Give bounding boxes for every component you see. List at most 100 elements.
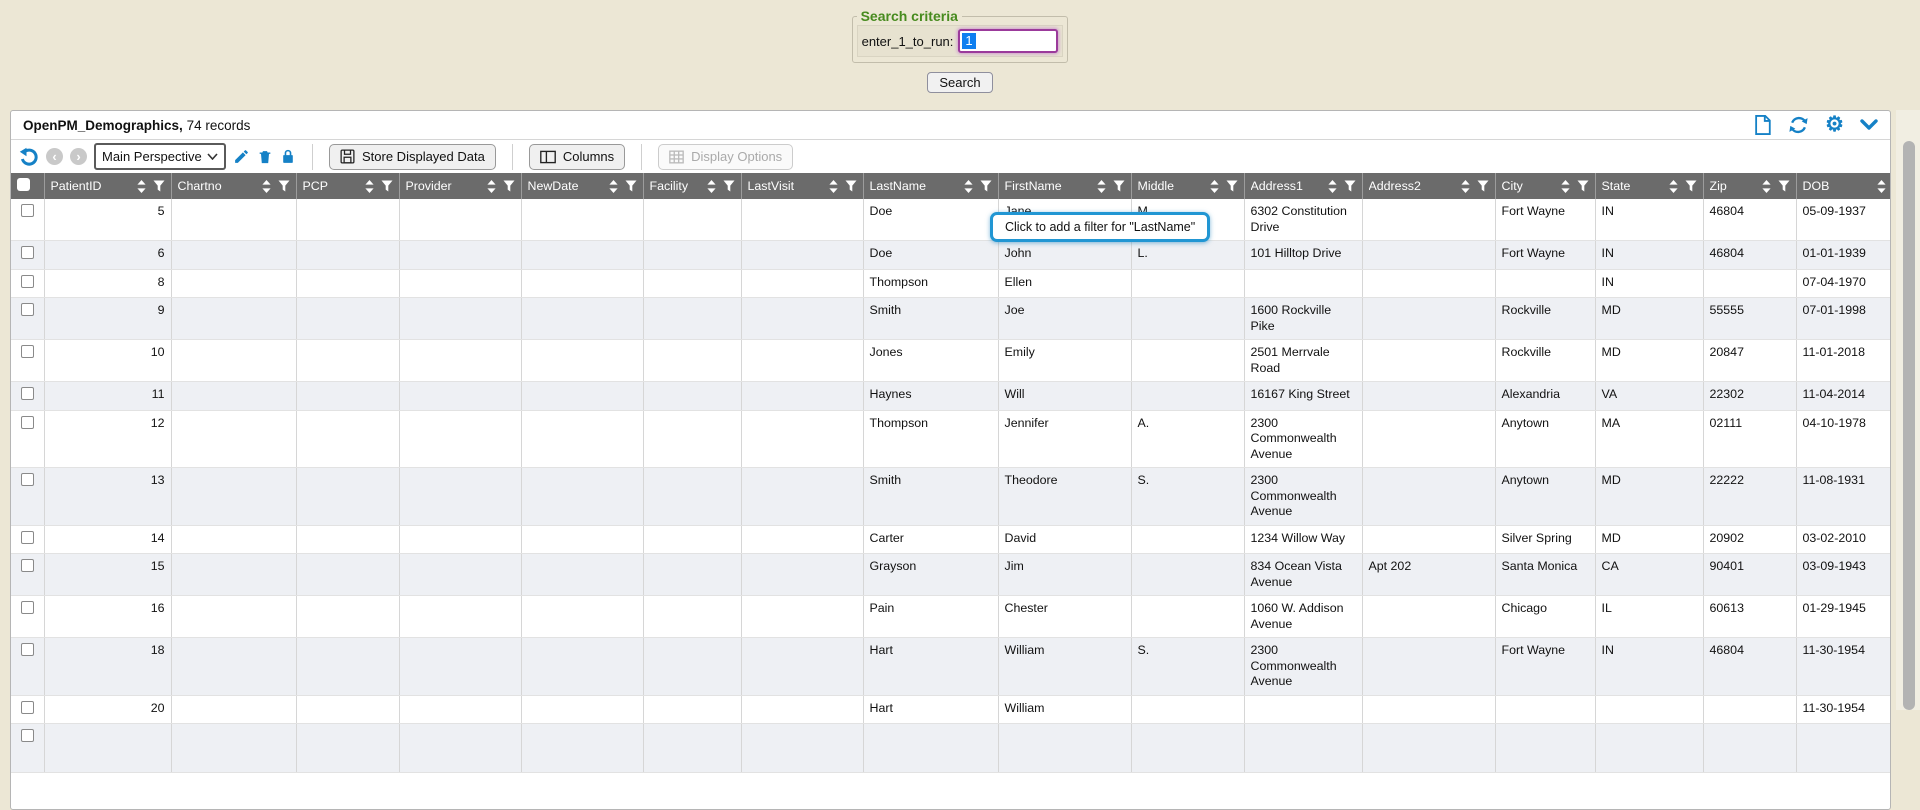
select-all-header[interactable] xyxy=(11,173,44,199)
undo-icon[interactable] xyxy=(19,147,39,167)
filter-icon[interactable] xyxy=(1113,180,1125,192)
cell-dob: 01-01-1939 xyxy=(1796,241,1890,270)
column-header-newdate[interactable]: NewDate xyxy=(521,173,643,199)
column-header-provider[interactable]: Provider xyxy=(399,173,521,199)
filter-icon[interactable] xyxy=(1477,180,1489,192)
row-checkbox[interactable] xyxy=(21,729,34,742)
cell-zip: 46804 xyxy=(1703,199,1796,241)
row-checkbox[interactable] xyxy=(21,416,34,429)
data-grid: PatientIDChartnoPCPProviderNewDateFacili… xyxy=(11,173,1890,773)
edit-icon[interactable] xyxy=(233,148,250,165)
sort-icon[interactable] xyxy=(1877,180,1886,193)
column-header-zip[interactable]: Zip xyxy=(1703,173,1796,199)
filter-icon[interactable] xyxy=(381,180,393,192)
filter-icon[interactable] xyxy=(278,180,290,192)
row-checkbox[interactable] xyxy=(21,275,34,288)
cell-state: MD xyxy=(1595,340,1703,382)
column-header-city[interactable]: City xyxy=(1495,173,1595,199)
column-label: State xyxy=(1602,179,1665,193)
column-header-state[interactable]: State xyxy=(1595,173,1703,199)
select-all-checkbox[interactable] xyxy=(17,178,30,191)
row-checkbox[interactable] xyxy=(21,701,34,714)
filter-icon[interactable] xyxy=(1577,180,1589,192)
column-header-firstname[interactable]: FirstName xyxy=(998,173,1131,199)
sort-icon[interactable] xyxy=(707,180,716,193)
filter-icon[interactable] xyxy=(1226,180,1238,192)
sort-icon[interactable] xyxy=(1328,180,1337,193)
cell-firstname: John xyxy=(998,241,1131,270)
gear-icon[interactable]: ⚙ xyxy=(1825,115,1844,135)
row-checkbox[interactable] xyxy=(21,345,34,358)
sort-icon[interactable] xyxy=(1210,180,1219,193)
cell-provider xyxy=(399,638,521,696)
cell-lastvisit xyxy=(741,199,863,241)
store-displayed-data-button[interactable]: Store Displayed Data xyxy=(329,144,496,170)
sort-icon[interactable] xyxy=(964,180,973,193)
column-header-lastvisit[interactable]: LastVisit xyxy=(741,173,863,199)
row-select-cell xyxy=(11,525,44,554)
column-header-chartno[interactable]: Chartno xyxy=(171,173,296,199)
row-checkbox[interactable] xyxy=(21,387,34,400)
delete-icon[interactable] xyxy=(257,148,273,165)
row-checkbox[interactable] xyxy=(21,473,34,486)
column-header-address1[interactable]: Address1 xyxy=(1244,173,1362,199)
column-header-facility[interactable]: Facility xyxy=(643,173,741,199)
prev-icon[interactable]: ‹ xyxy=(46,148,63,165)
cell-dob: 11-08-1931 xyxy=(1796,468,1890,526)
row-checkbox[interactable] xyxy=(21,246,34,259)
columns-button[interactable]: Columns xyxy=(529,144,625,170)
sort-icon[interactable] xyxy=(137,180,146,193)
filter-icon[interactable] xyxy=(723,180,735,192)
scrollbar-thumb[interactable] xyxy=(1903,141,1915,710)
cell-lastname: Doe xyxy=(863,241,998,270)
filter-icon[interactable] xyxy=(1685,180,1697,192)
row-select-cell xyxy=(11,241,44,270)
cell-city: Fort Wayne xyxy=(1495,199,1595,241)
row-checkbox[interactable] xyxy=(21,559,34,572)
sort-icon[interactable] xyxy=(1461,180,1470,193)
cell-firstname: Chester xyxy=(998,596,1131,638)
filter-icon[interactable] xyxy=(1778,180,1790,192)
sort-icon[interactable] xyxy=(1669,180,1678,193)
perspective-select[interactable]: Main Perspective xyxy=(94,143,226,170)
search-button[interactable]: Search xyxy=(927,72,992,93)
row-checkbox[interactable] xyxy=(21,204,34,217)
column-header-address2[interactable]: Address2 xyxy=(1362,173,1495,199)
filter-icon[interactable] xyxy=(980,180,992,192)
filter-icon[interactable] xyxy=(1344,180,1356,192)
column-header-middle[interactable]: Middle xyxy=(1131,173,1244,199)
row-checkbox[interactable] xyxy=(21,643,34,656)
filter-icon[interactable] xyxy=(625,180,637,192)
next-icon[interactable]: › xyxy=(70,148,87,165)
sort-icon[interactable] xyxy=(1762,180,1771,193)
sort-icon[interactable] xyxy=(609,180,618,193)
sort-icon[interactable] xyxy=(1097,180,1106,193)
lock-icon[interactable] xyxy=(280,148,296,165)
chevron-down-icon[interactable] xyxy=(1860,119,1878,131)
column-header-pcp[interactable]: PCP xyxy=(296,173,399,199)
sort-icon[interactable] xyxy=(262,180,271,193)
sort-icon[interactable] xyxy=(829,180,838,193)
criteria-input[interactable]: 1 xyxy=(958,29,1058,53)
cell-chartno xyxy=(171,638,296,696)
row-checkbox[interactable] xyxy=(21,531,34,544)
sort-icon[interactable] xyxy=(365,180,374,193)
filter-icon[interactable] xyxy=(153,180,165,192)
cell-middle: L. xyxy=(1131,241,1244,270)
column-label: DOB xyxy=(1803,179,1873,193)
sort-icon[interactable] xyxy=(1561,180,1570,193)
column-header-lastname[interactable]: LastName xyxy=(863,173,998,199)
refresh-icon[interactable] xyxy=(1788,115,1809,135)
filter-icon[interactable] xyxy=(503,180,515,192)
column-header-patientid[interactable]: PatientID xyxy=(44,173,171,199)
row-checkbox[interactable] xyxy=(21,601,34,614)
row-checkbox[interactable] xyxy=(21,303,34,316)
cell-address1: 2501 Merrvale Road xyxy=(1244,340,1362,382)
cell-address2 xyxy=(1362,695,1495,724)
cell-lastname xyxy=(863,724,998,773)
new-document-icon[interactable] xyxy=(1753,115,1772,135)
column-header-dob[interactable]: DOB xyxy=(1796,173,1890,199)
filter-icon[interactable] xyxy=(845,180,857,192)
display-options-button[interactable]: Display Options xyxy=(658,144,793,170)
sort-icon[interactable] xyxy=(487,180,496,193)
